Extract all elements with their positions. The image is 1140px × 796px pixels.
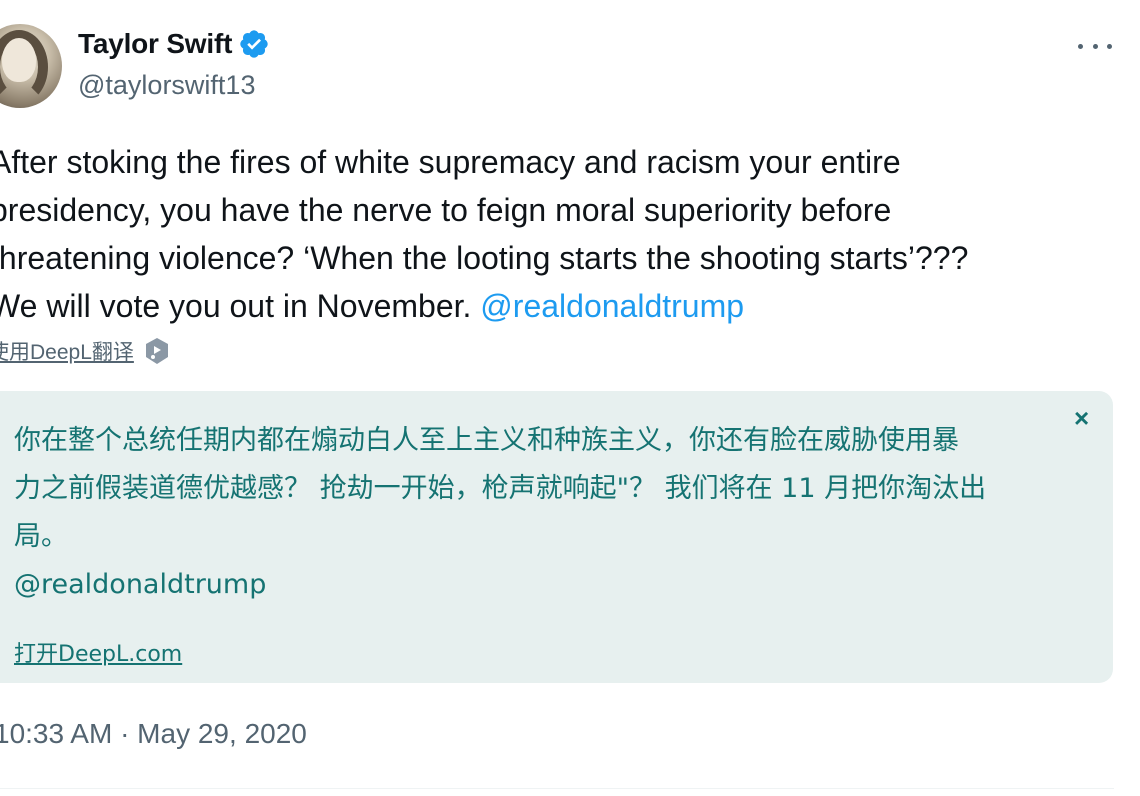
tweet-line: threatening violence? ‘When the looting … <box>0 240 969 276</box>
tweet-timestamp[interactable]: 10:33 AM · May 29, 2020 <box>0 718 307 750</box>
more-dot <box>1078 43 1083 49</box>
more-dot <box>1092 43 1098 49</box>
deepl-logo-icon <box>144 337 170 365</box>
tweet-line: After stoking the fires of white suprema… <box>0 144 901 180</box>
translation-text: 你在整个总统任期内都在煽动白人至上主义和种族主义，你还有脸在威胁使用暴 力之前假… <box>14 417 1084 609</box>
avatar[interactable] <box>0 24 62 108</box>
mention-link[interactable]: @realdonaldtrump <box>480 288 744 324</box>
tweet-page: Taylor Swift @taylorswift13 After stokin… <box>0 0 1140 796</box>
tweet-line-last: We will vote you out in November. @reald… <box>0 282 1090 330</box>
display-name[interactable]: Taylor Swift <box>78 28 232 60</box>
avatar-face <box>2 38 36 82</box>
translation-line: 你在整个总统任期内都在煽动白人至上主义和种族主义，你还有脸在威胁使用暴 <box>14 425 959 456</box>
more-dot <box>1107 43 1112 49</box>
name-row: Taylor Swift <box>78 28 270 60</box>
translate-row: 使用DeepL翻译 <box>0 336 170 366</box>
tweet-line: presidency, you have the nerve to feign … <box>0 192 892 228</box>
open-deepl-link[interactable]: 打开DeepL.com <box>14 636 182 668</box>
translate-with-deepl-link[interactable]: 使用DeepL翻译 <box>0 336 134 366</box>
divider <box>0 788 1114 789</box>
translation-line: 局。 <box>14 521 68 552</box>
tweet-text: After stoking the fires of white suprema… <box>0 138 1090 330</box>
tweet-line-text: We will vote you out in November. <box>0 288 481 324</box>
user-handle[interactable]: @taylorswift13 <box>78 70 255 101</box>
more-options-icon[interactable] <box>1078 30 1112 62</box>
translation-mention: @realdonaldtrump <box>14 569 267 600</box>
translation-line: 力之前假装道德优越感？ 抢劫一开始，枪声就响起"？ 我们将在 11 月把你淘汰出 <box>14 473 987 504</box>
verified-badge-icon <box>238 28 270 60</box>
